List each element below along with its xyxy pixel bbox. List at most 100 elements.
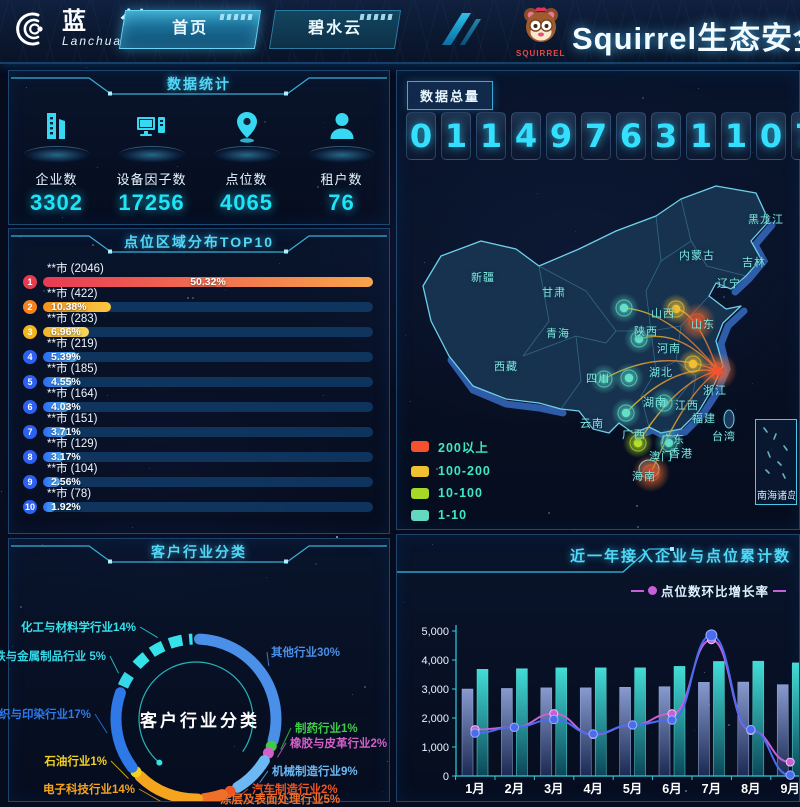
icon-pedestal (24, 146, 90, 163)
bar-cyan (713, 661, 724, 776)
x-axis-month-label: 1月 (465, 782, 484, 796)
top10-row: **市 (129)83.17% (23, 438, 373, 463)
bar-cyan (635, 668, 646, 776)
y-axis-tick-label: 1,000 (421, 742, 449, 754)
bar-percent-label: 3.71% (51, 426, 81, 438)
x-axis-month-label: 5月 (623, 782, 642, 796)
stat-value: 3302 (9, 190, 104, 216)
icon-pedestal (309, 146, 375, 163)
donut-callout-label: 其他行业30% (271, 644, 340, 660)
stat-tenants: 租户数 76 (294, 107, 389, 216)
bar-percent-label: 4.55% (51, 376, 81, 388)
map-legend-item: 200以上 (411, 437, 491, 456)
top10-row-name: **市 (104) (47, 463, 373, 476)
top10-row-bar: 150.32% (23, 276, 373, 288)
top10-row: **市 (219)45.39% (23, 338, 373, 363)
donut-slice (123, 671, 132, 687)
tab-bishuiyun[interactable]: 碧水云 (269, 10, 401, 49)
bar-track: 5.39% (43, 352, 373, 362)
line-blue-point (786, 771, 794, 779)
bar-percent-label: 10.38% (51, 301, 87, 313)
bar-cyan (477, 669, 488, 776)
y-axis-tick-label: 2,000 (421, 713, 449, 725)
x-axis-month-label: 3月 (544, 782, 563, 796)
counter-digit: 0 (406, 112, 436, 160)
building-icon (37, 107, 77, 147)
donut-leader-line (267, 652, 269, 666)
legend-label: 200以上 (438, 437, 489, 456)
tab-home[interactable]: 首页 (119, 10, 261, 49)
bar-dark (501, 688, 512, 776)
tab-bishuiyun-label: 碧水云 (273, 11, 397, 46)
stat-points: 点位数 4065 (199, 107, 294, 216)
x-axis-month-label: 2月 (505, 782, 524, 796)
counter-digit: 1 (721, 112, 751, 160)
star (86, 67, 87, 68)
stat-value: 4065 (199, 190, 294, 216)
rank-badge: 6 (23, 400, 37, 414)
bar-track: 6.96% (43, 327, 373, 337)
counter-digit: 9 (546, 112, 576, 160)
donut-callout-label: 电子科技行业14% (43, 781, 135, 797)
y-axis-tick-label: 0 (443, 771, 449, 783)
map-hotspot (623, 428, 653, 458)
donut-callout-label: 钢铁与金属制品行业 5% (0, 648, 106, 664)
trend-panel-title: 近一年接入企业与点位累计数 (570, 545, 791, 566)
top10-region-panel: 点位区域分布TOP10 **市 (2046)150.32%**市 (422)21… (8, 228, 390, 534)
south-china-sea-inset: 南海诸岛 (755, 419, 797, 505)
bar-track: 10.38% (43, 302, 373, 312)
donut-callout-label: 机械制造行业9% (272, 763, 358, 779)
top10-row-name: **市 (422) (47, 288, 373, 301)
line-blue-point (550, 715, 558, 723)
map-hotspot (609, 293, 639, 323)
stat-enterprises: 企业数 3302 (9, 107, 104, 216)
top10-row: **市 (185)54.55% (23, 363, 373, 388)
donut-leader-line (277, 743, 286, 757)
top10-row-bar: 36.96% (23, 326, 373, 338)
counter-digit: 1 (686, 112, 716, 160)
stats-panel-title: 数据统计 (9, 71, 389, 97)
top10-bar-list: **市 (2046)150.32%**市 (422)210.38%**市 (28… (23, 263, 373, 513)
top10-panel-title: 点位区域分布TOP10 (9, 229, 389, 255)
line-blue-point (589, 730, 597, 738)
top10-row-bar: 45.39% (23, 351, 373, 363)
y-axis-tick-label: 4,000 (421, 655, 449, 667)
bar-track: 3.71% (43, 427, 373, 437)
map-legend-item: 1-10 (411, 508, 491, 522)
bar-dark (620, 687, 631, 776)
top10-row-bar: 7 3.71% (23, 426, 373, 438)
trend-chart: 01,0002,0003,0004,0005,0001月2月3月4月5月6月7月… (397, 587, 799, 801)
bar-dark (659, 687, 670, 776)
counter-digit: 4 (511, 112, 541, 160)
top10-row-bar: 64.03% (23, 401, 373, 413)
legend-label: 1-10 (438, 508, 467, 522)
top10-row-bar: 83.17% (23, 451, 373, 463)
top10-row-bar: 10 1.92% (23, 501, 373, 513)
bar-dark (541, 688, 552, 776)
map-legend-item: 100-200 (411, 464, 491, 478)
stat-label: 企业数 (9, 169, 104, 188)
stat-device-factors: 设备因子数 17256 (104, 107, 199, 216)
mascot-caption: SQUIRREL (516, 49, 565, 58)
bar-percent-label: 3.17% (51, 451, 81, 463)
x-axis-month-label: 7月 (702, 782, 721, 796)
y-axis-tick-label: 5,000 (421, 626, 449, 638)
rank-badge: 10 (23, 500, 37, 514)
donut-callout-label: 橡胶与皮革行业2% (290, 735, 387, 751)
icon-pedestal (214, 146, 280, 163)
top10-row-bar: 92.56% (23, 476, 373, 488)
donut-center-label: 客户行业分类 (140, 707, 260, 732)
squirrel-icon (519, 3, 563, 47)
donut-callout-label: 涂层及表面处理行业5% (220, 791, 340, 807)
squirrel-mascot: SQUIRREL (516, 3, 565, 58)
total-data-counter: 011497631107 (406, 112, 800, 160)
map-hotspot (611, 398, 641, 428)
user-icon (322, 107, 362, 147)
stat-value: 17256 (104, 190, 199, 216)
top10-row-bar: 210.38% (23, 301, 373, 313)
top10-row: **市 (283)36.96% (23, 313, 373, 338)
rank-badge: 7 (23, 425, 37, 439)
bar-track: 1.92% (43, 502, 373, 512)
line-blue-point (706, 630, 717, 641)
donut-leader-line (110, 656, 119, 673)
